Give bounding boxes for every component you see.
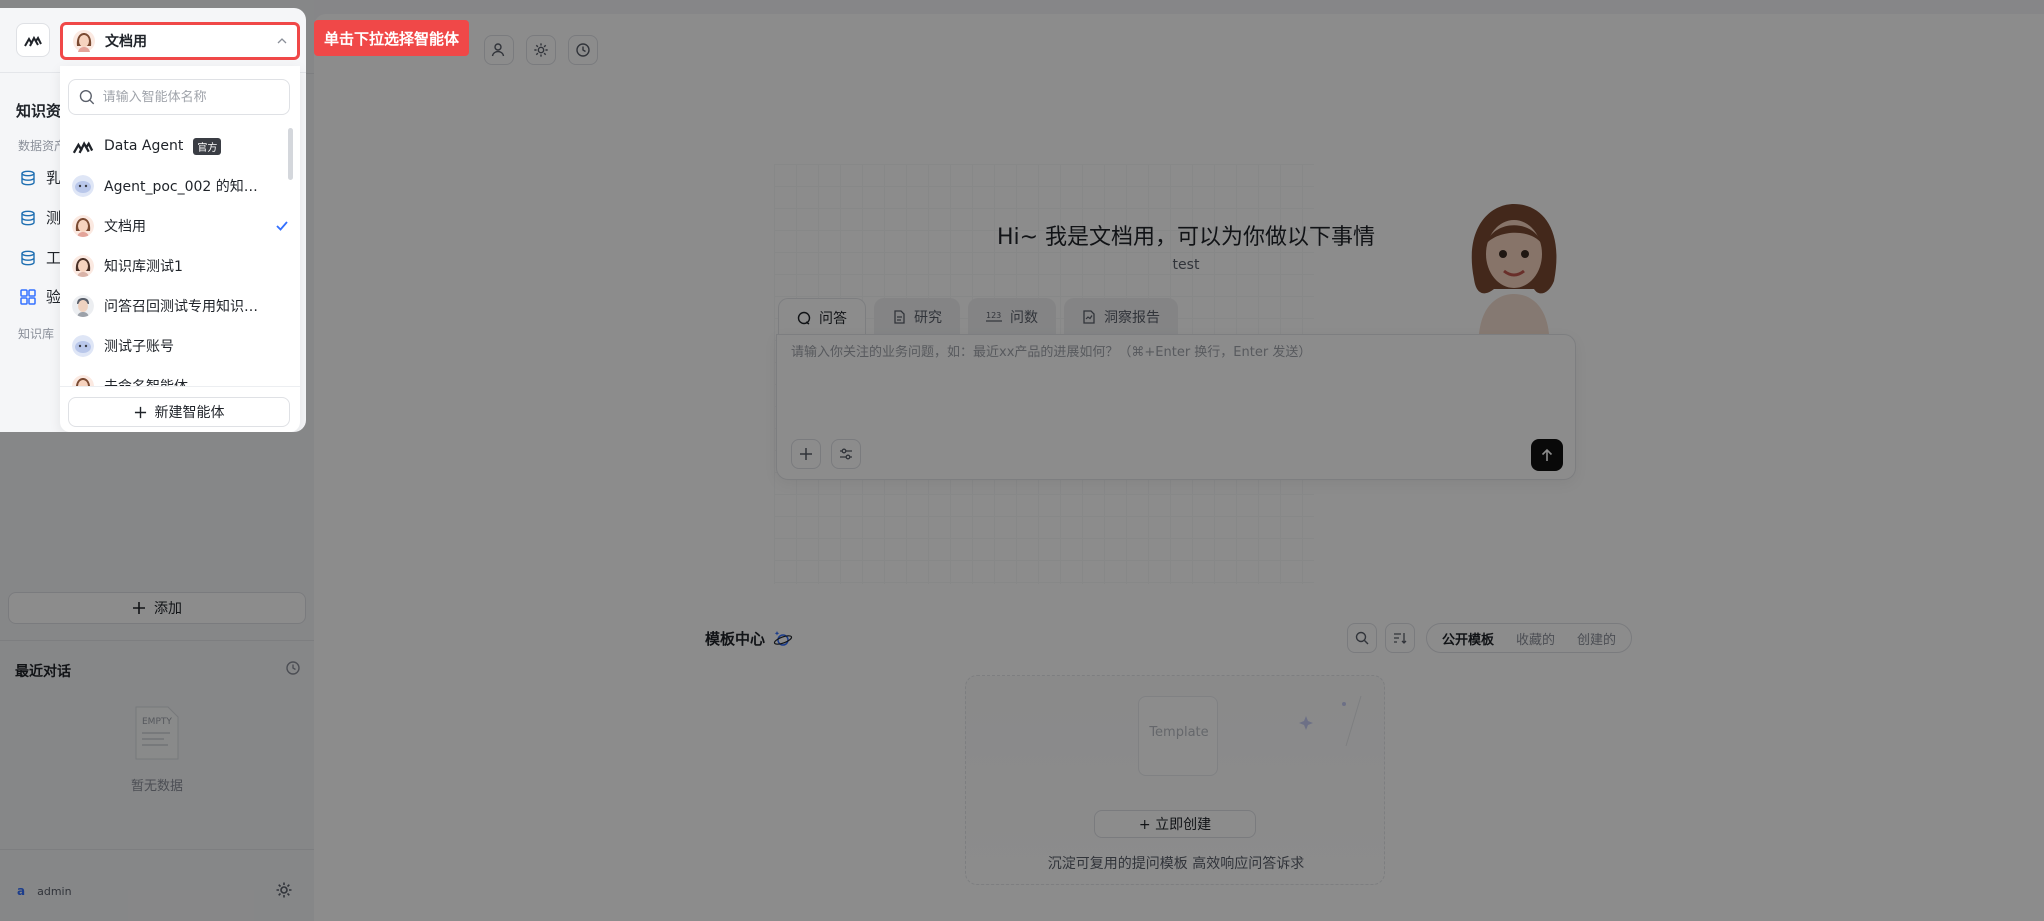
- logo-icon: [24, 35, 42, 47]
- woman-avatar-icon: [73, 30, 95, 52]
- agent-option-name: 未命名智能体: [104, 376, 188, 386]
- plus-icon: [134, 406, 146, 418]
- agent-selector[interactable]: 文档用: [60, 22, 300, 60]
- agent-option-name: 文档用: [104, 219, 146, 235]
- new-agent-button[interactable]: 新建智能体: [68, 397, 290, 427]
- agent-search: [68, 79, 290, 115]
- sidebar-item-0[interactable]: 乳: [20, 167, 61, 188]
- data-agent-logo-icon: [72, 141, 94, 154]
- sidebar-item-label: 乳: [46, 169, 62, 187]
- agent-option[interactable]: Agent_poc_002 的知识…: [60, 166, 300, 206]
- new-agent-label: 新建智能体: [154, 405, 225, 421]
- blob-avatar-icon: [72, 175, 94, 197]
- blob-avatar-icon: [72, 335, 94, 357]
- agent-list: Data Agent 官方 Agent_poc_002 的知识… 文档用 知识库…: [60, 126, 300, 386]
- agent-option-data-agent[interactable]: Data Agent 官方: [60, 126, 300, 166]
- selected-agent-name: 文档用: [105, 34, 147, 50]
- agent-option-name: Data Agent: [104, 138, 184, 154]
- knowledge-base-label: 知识库: [18, 327, 55, 341]
- agent-option-name: 知识库测试1: [104, 259, 183, 275]
- grid-icon: [20, 288, 36, 305]
- app-logo[interactable]: [16, 23, 50, 57]
- woman-avatar-icon: [72, 255, 94, 277]
- instruction-callout: 单击下拉选择智能体: [314, 20, 470, 56]
- agent-option-name: Agent_poc_002 的知识…: [104, 179, 264, 195]
- modal-overlay[interactable]: [0, 0, 2044, 921]
- chevron-up-icon: [277, 38, 287, 44]
- sidebar-item-label: 工: [46, 249, 62, 267]
- agent-dropdown: Data Agent 官方 Agent_poc_002 的知识… 文档用 知识库…: [60, 66, 300, 432]
- agent-option-name: 测试子账号: [104, 339, 174, 355]
- sidebar-item-3[interactable]: 验: [20, 286, 61, 307]
- woman-avatar-icon: [72, 375, 94, 386]
- sidebar-item-label: 验: [46, 288, 62, 306]
- dropdown-divider: [60, 386, 300, 387]
- dropdown-scrollbar[interactable]: [288, 128, 293, 180]
- woman-avatar-icon: [72, 215, 94, 237]
- agent-option-selected[interactable]: 文档用: [60, 206, 300, 246]
- sidebar-item-2[interactable]: 工: [20, 247, 61, 268]
- check-icon: [276, 221, 288, 231]
- sidebar-item-1[interactable]: 测: [20, 207, 61, 228]
- sidebar-item-label: 测: [46, 209, 62, 227]
- agent-option[interactable]: 测试子账号: [60, 326, 300, 366]
- agent-search-input[interactable]: [102, 89, 279, 105]
- official-badge: 官方: [193, 137, 222, 155]
- database-icon: [21, 210, 35, 225]
- search-icon: [79, 89, 95, 105]
- man-avatar-icon: [72, 295, 94, 317]
- data-assets-label: 数据资产: [18, 139, 67, 153]
- agent-option[interactable]: 问答召回测试专用知识…: [60, 286, 300, 326]
- database-icon: [21, 250, 35, 265]
- agent-option[interactable]: 知识库测试1: [60, 246, 300, 286]
- agent-selector-popover: 知识资产 数据资产 乳 测 工 验 知识库 文档用 Data Agent 官方: [0, 8, 306, 432]
- database-icon: [21, 170, 35, 185]
- agent-option[interactable]: 未命名智能体: [60, 366, 300, 386]
- agent-option-name: 问答召回测试专用知识…: [104, 299, 258, 315]
